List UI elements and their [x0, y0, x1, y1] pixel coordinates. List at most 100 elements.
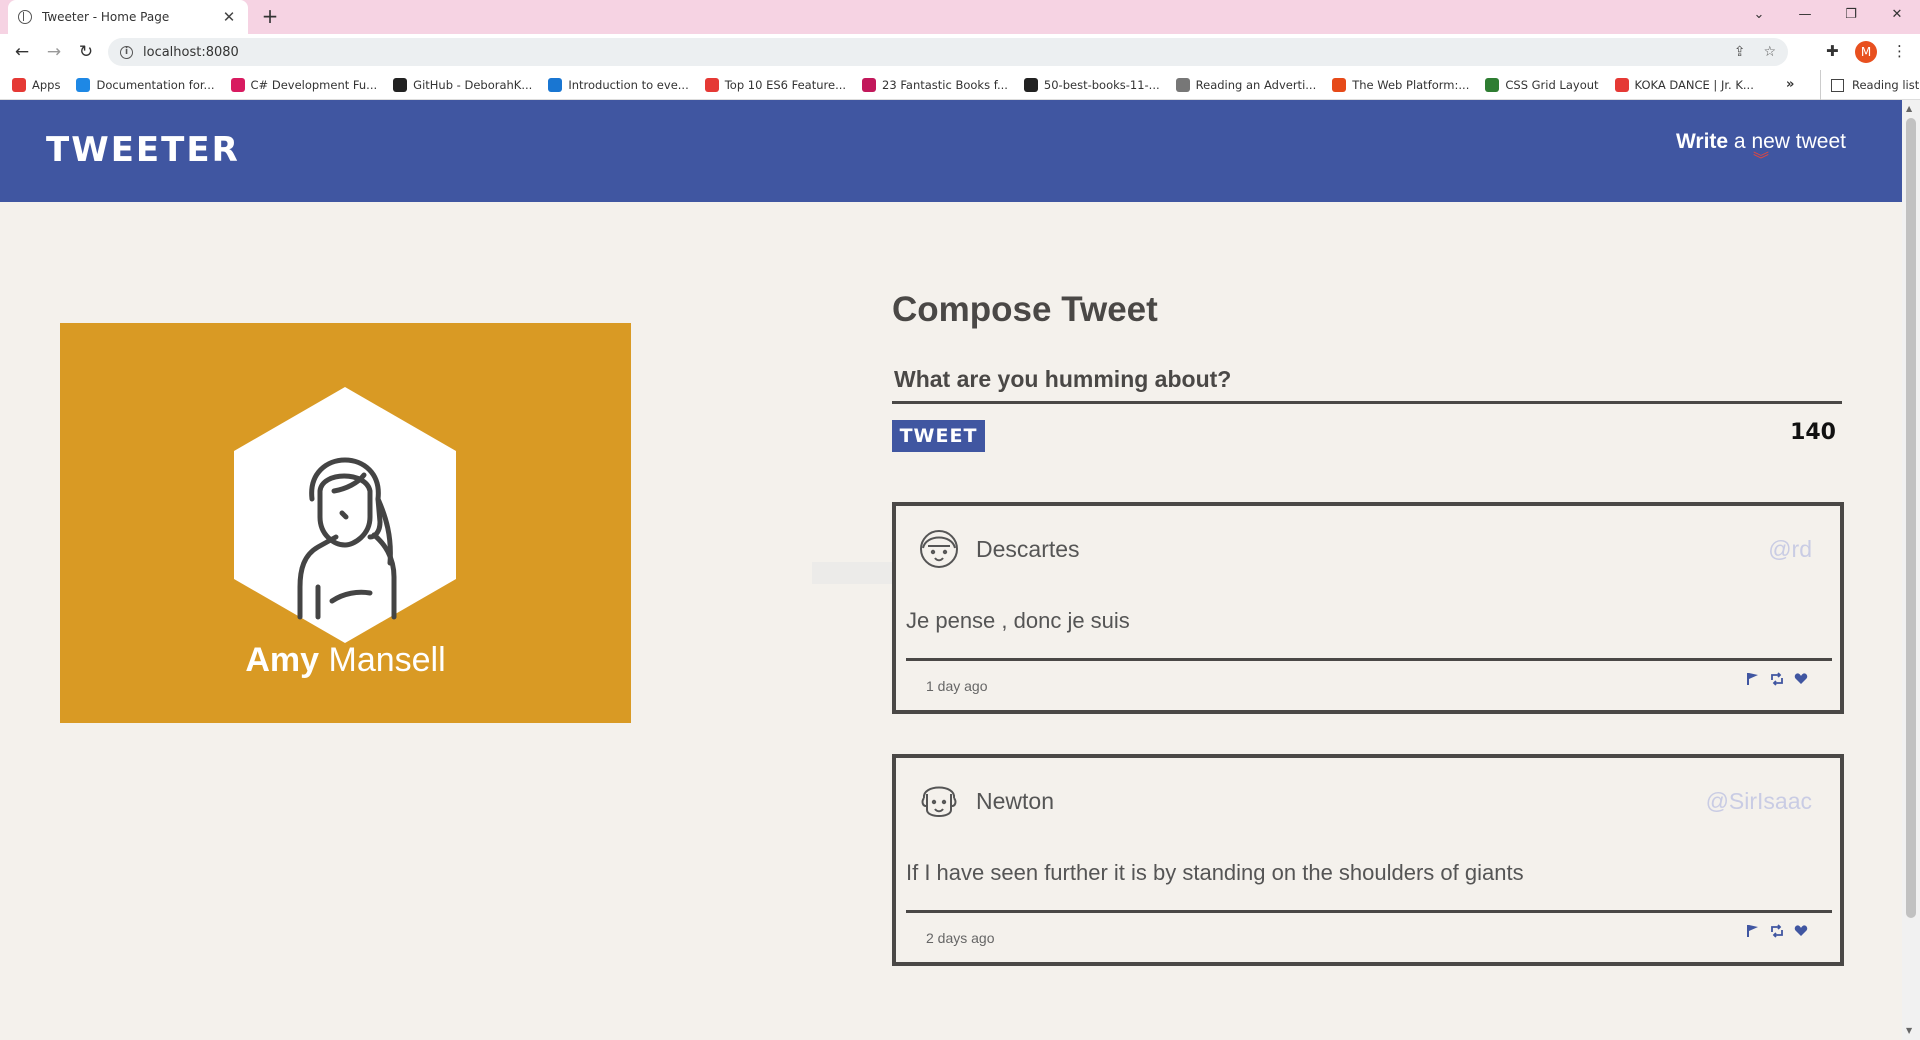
- url-input[interactable]: [143, 44, 1716, 60]
- menu-kebab-icon[interactable]: ⋮: [1892, 42, 1907, 60]
- bookmark-label: Top 10 ES6 Feature...: [724, 77, 847, 92]
- profile-name: Amy Mansell: [60, 641, 631, 680]
- heart-icon[interactable]: [1794, 672, 1808, 686]
- bookmark-star-icon[interactable]: ☆: [1763, 44, 1776, 60]
- bookmark-label: Introduction to eve...: [568, 77, 689, 92]
- bookmark-favicon-icon: [548, 77, 563, 92]
- bookmark-favicon-icon: [393, 77, 408, 92]
- site-logo[interactable]: TWEETER: [46, 130, 240, 170]
- flag-icon[interactable]: [1746, 924, 1760, 938]
- share-icon[interactable]: ⇪: [1734, 44, 1746, 60]
- profile-first-name: Amy: [245, 641, 320, 679]
- tweet-actions: [1746, 672, 1808, 686]
- bookmark-favicon-icon: [704, 77, 719, 92]
- bookmark-favicon-icon: [1485, 77, 1500, 92]
- bookmark-item[interactable]: Documentation for...: [76, 77, 215, 92]
- reading-list-label: Reading list: [1852, 78, 1920, 92]
- character-counter: 140: [1790, 420, 1836, 445]
- site-header: TWEETER Write a new tweet ︾: [0, 100, 1902, 202]
- write-label-rest: a new tweet: [1728, 130, 1846, 153]
- compose-heading: Compose Tweet: [892, 290, 1158, 329]
- bookmark-item[interactable]: The Web Platform:...: [1332, 77, 1470, 92]
- bookmark-item[interactable]: CSS Grid Layout: [1485, 77, 1599, 92]
- retweet-icon[interactable]: [1770, 672, 1784, 686]
- tweet-content: If I have seen further it is by standing…: [906, 860, 1524, 885]
- scroll-up-arrow-icon[interactable]: ▲: [1906, 104, 1912, 113]
- browser-toolbar: ← → ↻ i ⇪ ☆ ✚ M ⋮: [0, 34, 1920, 70]
- tweet-actions: [1746, 924, 1808, 938]
- restore-icon[interactable]: ❐: [1828, 0, 1874, 30]
- scroll-down-arrow-icon[interactable]: ▼: [1906, 1026, 1912, 1035]
- tweet-textarea[interactable]: [892, 358, 1842, 404]
- bookmark-label: Reading an Adverti...: [1195, 77, 1317, 92]
- apps-grid-icon: [12, 77, 26, 92]
- tab-bar: Tweeter - Home Page ✕ + ⌄ — ❐ ✕: [0, 0, 1920, 34]
- bookmark-item[interactable]: Introduction to eve...: [548, 77, 689, 92]
- double-chevron-down-icon[interactable]: ︾: [1676, 153, 1846, 169]
- close-tab-icon[interactable]: ✕: [220, 8, 238, 26]
- bookmark-item[interactable]: 50-best-books-11-...: [1023, 77, 1160, 92]
- bookmark-item[interactable]: C# Development Fu...: [230, 77, 378, 92]
- bookmark-label: Documentation for...: [96, 77, 215, 92]
- close-window-icon[interactable]: ✕: [1874, 0, 1920, 30]
- reading-list-button[interactable]: Reading list: [1820, 70, 1919, 100]
- profile-last-name: Mansell: [319, 641, 446, 679]
- bookmark-label: KOKA DANCE | Jr. K...: [1634, 77, 1754, 92]
- bookmark-label: C# Development Fu...: [250, 77, 378, 92]
- bookmark-item[interactable]: Apps: [12, 77, 60, 92]
- user-avatar-icon: [234, 387, 456, 643]
- tweet-author-handle: @rd: [1768, 536, 1812, 562]
- extensions-puzzle-icon[interactable]: ✚: [1826, 42, 1839, 60]
- more-bookmarks-chevron-icon[interactable]: »: [1786, 77, 1794, 92]
- back-arrow-icon[interactable]: ←: [10, 40, 34, 64]
- bookmark-item[interactable]: 23 Fantastic Books f...: [862, 77, 1008, 92]
- bookmarks-bar: Apps Documentation for... C# Development F…: [0, 70, 1920, 100]
- profile-card: Amy Mansell: [60, 323, 631, 723]
- tweet-submit-button[interactable]: TWEET: [892, 420, 985, 452]
- bookmark-item[interactable]: Reading an Adverti...: [1175, 77, 1317, 92]
- tab-title: Tweeter - Home Page: [42, 10, 170, 24]
- forward-arrow-icon[interactable]: →: [42, 40, 66, 64]
- reading-list-icon: [1831, 78, 1844, 92]
- new-tab-button[interactable]: +: [258, 4, 282, 28]
- bookmark-label: GitHub - DeborahK...: [413, 77, 533, 92]
- bookmark-favicon-icon: [862, 77, 877, 92]
- bookmark-label: The Web Platform:...: [1352, 77, 1470, 92]
- flag-icon[interactable]: [1746, 672, 1760, 686]
- tweet-card: Newton @SirIsaac If I have seen further …: [892, 754, 1844, 966]
- minimize-icon[interactable]: —: [1782, 0, 1828, 30]
- bookmark-label: 23 Fantastic Books f...: [882, 77, 1008, 92]
- tweet-author-name: Descartes: [976, 536, 1080, 562]
- bookmark-favicon-icon: [1175, 77, 1190, 92]
- tweet-divider: [906, 910, 1832, 913]
- address-bar[interactable]: i ⇪ ☆: [108, 38, 1788, 66]
- tweet-timestamp: 2 days ago: [926, 930, 995, 946]
- tweet-author-handle: @SirIsaac: [1705, 788, 1812, 814]
- globe-icon: [18, 10, 32, 24]
- bookmark-label: CSS Grid Layout: [1505, 77, 1599, 92]
- write-new-tweet-toggle[interactable]: Write a new tweet ︾: [1675, 130, 1846, 169]
- reload-icon[interactable]: ↻: [74, 40, 98, 64]
- tab-search-icon[interactable]: ⌄: [1736, 0, 1782, 30]
- site-info-icon[interactable]: i: [120, 45, 133, 59]
- tweet-card: Descartes @rd Je pense , donc je suis 1 …: [892, 502, 1844, 714]
- bookmark-item[interactable]: GitHub - DeborahK...: [393, 77, 533, 92]
- bookmark-favicon-icon: [230, 77, 245, 92]
- tweet-author-name: Newton: [976, 788, 1054, 814]
- bookmark-favicon-icon: [1614, 77, 1629, 92]
- bookmark-favicon-icon: [1332, 77, 1347, 92]
- tweet-content: Je pense , donc je suis: [906, 608, 1130, 633]
- page-viewport: TWEETER Write a new tweet ︾ Amy Mansell …: [0, 100, 1920, 1040]
- compose-section: Compose Tweet TWEET 140: [892, 290, 1844, 452]
- bookmark-item[interactable]: Top 10 ES6 Feature...: [704, 77, 847, 92]
- browser-tab[interactable]: Tweeter - Home Page ✕: [8, 0, 248, 34]
- retweet-icon[interactable]: [1770, 924, 1784, 938]
- tweet-avatar-icon: [921, 786, 957, 817]
- profile-avatar[interactable]: M: [1855, 41, 1877, 63]
- heart-icon[interactable]: [1794, 924, 1808, 938]
- write-label-bold: Write: [1675, 130, 1729, 153]
- scrollbar-thumb[interactable]: [1906, 118, 1916, 918]
- bookmark-item[interactable]: KOKA DANCE | Jr. K...: [1614, 77, 1754, 92]
- bookmark-label: 50-best-books-11-...: [1043, 77, 1160, 92]
- page-scrollbar[interactable]: ▲ ▼: [1902, 100, 1920, 1040]
